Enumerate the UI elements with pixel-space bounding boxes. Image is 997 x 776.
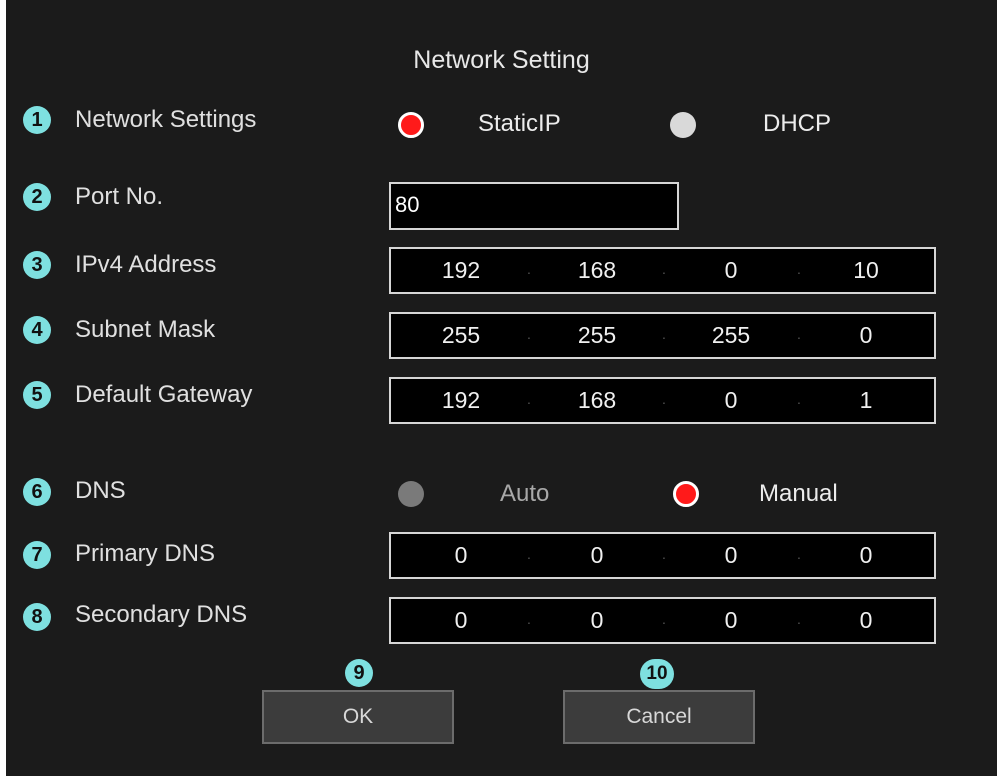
- primary-dns-octet-2[interactable]: 0: [557, 542, 637, 569]
- primary-dns-octet-3[interactable]: 0: [691, 542, 771, 569]
- primary-dns-octet-1[interactable]: 0: [421, 542, 501, 569]
- callout-badge-3: 3: [23, 251, 51, 279]
- octet-separator: .: [797, 261, 801, 277]
- static-ip-label[interactable]: StaticIP: [478, 110, 561, 138]
- octet-separator: .: [527, 326, 531, 342]
- port-input[interactable]: 80: [389, 182, 679, 230]
- ipv4-label: IPv4 Address: [75, 251, 217, 278]
- primary-dns-field[interactable]: 0 . 0 . 0 . 0: [389, 532, 936, 579]
- secondary-dns-field[interactable]: 0 . 0 . 0 . 0: [389, 597, 936, 644]
- ipv4-address-field[interactable]: 192 . 168 . 0 . 10: [389, 247, 936, 294]
- octet-separator: .: [527, 546, 531, 562]
- secondary-dns-octet-4[interactable]: 0: [826, 607, 906, 634]
- primary-dns-octet-4[interactable]: 0: [826, 542, 906, 569]
- octet-separator: .: [797, 546, 801, 562]
- gateway-octet-2[interactable]: 168: [557, 387, 637, 414]
- subnet-mask-label: Subnet Mask: [75, 316, 216, 343]
- callout-badge-7: 7: [23, 541, 51, 569]
- octet-separator: .: [527, 261, 531, 277]
- dns-manual-label[interactable]: Manual: [759, 480, 838, 508]
- ipv4-octet-3[interactable]: 0: [691, 257, 771, 284]
- port-label: Port No.: [75, 183, 164, 210]
- default-gateway-field[interactable]: 192 . 168 . 0 . 1: [389, 377, 936, 424]
- ok-button[interactable]: OK: [262, 690, 454, 744]
- secondary-dns-octet-1[interactable]: 0: [421, 607, 501, 634]
- subnet-octet-4[interactable]: 0: [826, 322, 906, 349]
- callout-badge-5: 5: [23, 381, 51, 409]
- dns-auto-radio[interactable]: [398, 481, 424, 507]
- octet-separator: .: [527, 611, 531, 627]
- gateway-octet-4[interactable]: 1: [826, 387, 906, 414]
- cancel-button[interactable]: Cancel: [563, 690, 755, 744]
- dns-manual-radio[interactable]: [673, 481, 699, 507]
- subnet-octet-3[interactable]: 255: [691, 322, 771, 349]
- dhcp-radio[interactable]: [670, 112, 696, 138]
- callout-badge-4: 4: [23, 316, 51, 344]
- network-settings-label: Network Settings: [75, 106, 257, 133]
- callout-badge-10: 10: [640, 659, 674, 689]
- secondary-dns-octet-2[interactable]: 0: [557, 607, 637, 634]
- octet-separator: .: [662, 326, 666, 342]
- ipv4-octet-1[interactable]: 192: [421, 257, 501, 284]
- callout-badge-6: 6: [23, 478, 51, 506]
- secondary-dns-label: Secondary DNS: [75, 601, 248, 628]
- callout-badge-9: 9: [345, 659, 373, 687]
- octet-separator: .: [797, 391, 801, 407]
- ipv4-octet-4[interactable]: 10: [826, 257, 906, 284]
- octet-separator: .: [662, 546, 666, 562]
- subnet-octet-1[interactable]: 255: [421, 322, 501, 349]
- octet-separator: .: [797, 326, 801, 342]
- octet-separator: .: [527, 391, 531, 407]
- gateway-octet-3[interactable]: 0: [691, 387, 771, 414]
- static-ip-radio[interactable]: [398, 112, 424, 138]
- subnet-mask-field[interactable]: 255 . 255 . 255 . 0: [389, 312, 936, 359]
- network-setting-dialog: Network Setting 1 Network Settings Stati…: [6, 0, 997, 776]
- callout-badge-2: 2: [23, 183, 51, 211]
- dns-label: DNS: [75, 477, 126, 504]
- octet-separator: .: [662, 391, 666, 407]
- callout-badge-8: 8: [23, 603, 51, 631]
- callout-badge-1: 1: [23, 106, 51, 134]
- default-gateway-label: Default Gateway: [75, 381, 253, 408]
- subnet-octet-2[interactable]: 255: [557, 322, 637, 349]
- secondary-dns-octet-3[interactable]: 0: [691, 607, 771, 634]
- octet-separator: .: [662, 611, 666, 627]
- ipv4-octet-2[interactable]: 168: [557, 257, 637, 284]
- dns-auto-label[interactable]: Auto: [500, 480, 549, 508]
- primary-dns-label: Primary DNS: [75, 540, 216, 567]
- gateway-octet-1[interactable]: 192: [421, 387, 501, 414]
- port-value: 80: [395, 192, 420, 217]
- dhcp-label[interactable]: DHCP: [763, 110, 831, 138]
- octet-separator: .: [797, 611, 801, 627]
- octet-separator: .: [662, 261, 666, 277]
- dialog-title: Network Setting: [413, 46, 590, 74]
